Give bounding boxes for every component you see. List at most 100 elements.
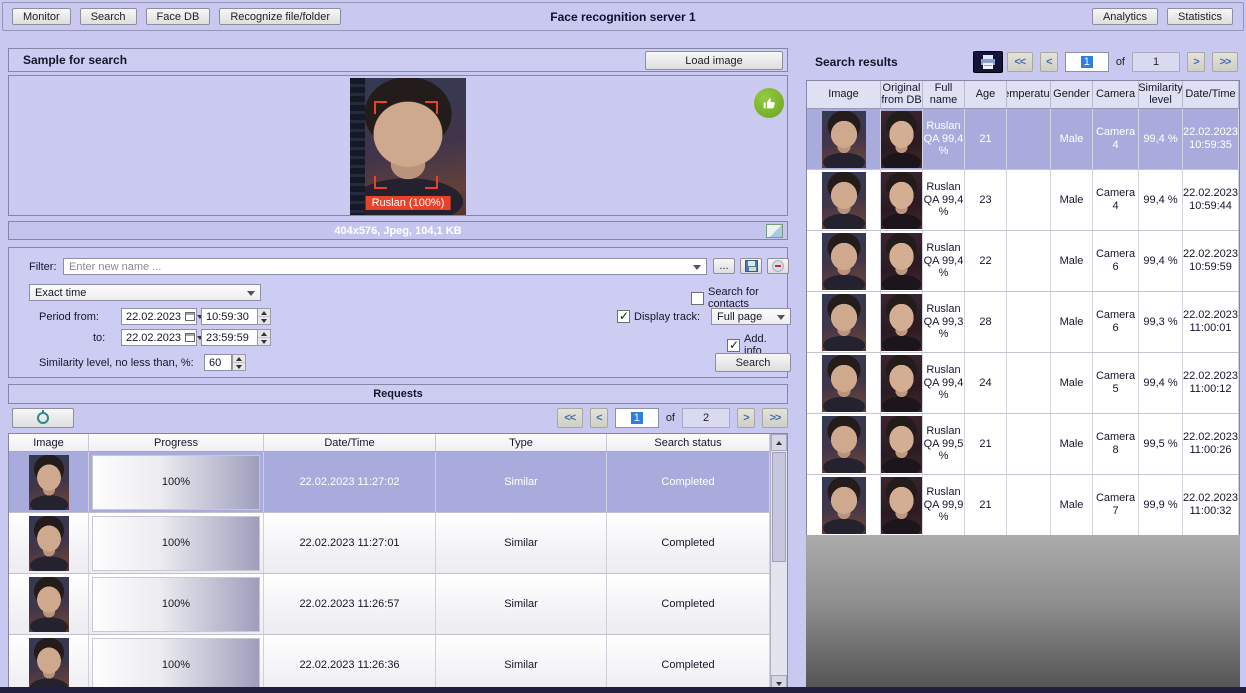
time-spinner-buttons[interactable] [257,329,271,346]
chevron-down-icon [693,265,701,270]
requests-toolbar: Refresh << < 1 of 2 > >> [8,407,788,431]
first-page-button[interactable]: << [1007,52,1033,72]
request-type: Similar [436,574,607,634]
stopwatch-icon[interactable] [12,408,74,428]
thumb-up-icon [754,88,784,118]
period-from-date-picker[interactable]: 22.02.2023 [121,308,197,325]
display-track-checkbox[interactable] [617,310,630,323]
column-header-camera[interactable]: Camera [1093,81,1139,109]
display-track-combobox[interactable]: Full page [711,308,791,325]
to-time-spinner[interactable]: 23:59:59 [201,329,271,346]
browse-button[interactable]: ... [713,258,735,274]
to-label: to: [93,332,105,344]
column-header-fullname[interactable]: Full name [923,81,965,109]
prev-page-button[interactable]: < [590,408,608,428]
last-page-button[interactable]: >> [762,408,788,428]
sample-photo: Ruslan (100%) [350,78,466,215]
page-number-input[interactable]: 1 [1065,52,1109,72]
column-header-gender[interactable]: Gender [1051,81,1093,109]
result-row[interactable]: Ruslan QA 99,3 %28 Male Camera 699,3 % 2… [807,292,1239,353]
to-date-picker[interactable]: 22.02.2023 [121,329,197,346]
statistics-button[interactable]: Statistics [1167,8,1233,25]
result-row[interactable]: Ruslan QA 99,4 %23 Male Camera 499,4 % 2… [807,170,1239,231]
total-pages: 2 [682,408,730,428]
result-row[interactable]: Ruslan QA 99,4 %24 Male Camera 599,4 % 2… [807,353,1239,414]
column-header-original[interactable]: Original from DB [881,81,923,109]
column-header-datetime[interactable]: Date/Time [264,434,436,452]
scroll-up-button[interactable] [771,434,787,451]
column-header-temperature[interactable]: Temperature [1007,81,1051,109]
first-page-button[interactable]: << [557,408,583,428]
request-type: Similar [436,513,607,573]
period-from-label: Period from: [39,311,99,323]
column-header-age[interactable]: Age [965,81,1007,109]
time-spinner-buttons[interactable] [257,308,271,325]
next-page-button[interactable]: > [737,408,755,428]
search-contacts-checkbox[interactable] [691,292,704,305]
column-header-progress[interactable]: Progress [89,434,264,452]
result-row[interactable]: Ruslan QA 99,4 %22 Male Camera 699,4 % 2… [807,231,1239,292]
request-status: Completed [607,513,770,573]
result-row[interactable]: Ruslan QA 99,5 %21 Male Camera 899,5 % 2… [807,414,1239,475]
request-row[interactable]: 100% 22.02.2023 11:27:01 Similar Complet… [9,513,770,574]
column-header-status[interactable]: Search status [607,434,770,452]
result-row[interactable]: Ruslan QA 99,9 %21 Male Camera 799,9 % 2… [807,475,1239,536]
column-header-type[interactable]: Type [436,434,607,452]
analytics-button[interactable]: Analytics [1092,8,1158,25]
last-page-button[interactable]: >> [1212,52,1238,72]
image-info-bar: 404x576, Jpeg, 104,1 KB [8,221,788,240]
next-page-button[interactable]: > [1187,52,1205,72]
request-datetime: 22.02.2023 11:26:57 [264,574,436,634]
filter-placeholder: Enter new name ... [69,261,161,273]
image-info-text: 404x576, Jpeg, 104,1 KB [334,225,461,237]
result-row[interactable]: Ruslan QA 99,4 %21 Male Camera 499,4 % 2… [807,109,1239,170]
save-icon[interactable] [740,258,762,274]
result-thumbnail [822,233,866,290]
column-header-image[interactable]: Image [9,434,89,452]
filter-label: Filter: [29,261,57,273]
request-datetime: 22.02.2023 11:27:02 [264,452,436,512]
load-image-button[interactable]: Load image [645,51,783,70]
similarity-level-spinner[interactable]: 60 [204,354,246,371]
to-time-value: 23:59:59 [206,332,249,344]
search-button[interactable]: Search [715,353,791,372]
search-for-contacts-option[interactable]: Search for contacts [691,286,787,310]
request-type: Similar [436,452,607,512]
export-image-icon[interactable] [766,224,783,238]
result-thumbnail [822,294,866,351]
column-header-datetime[interactable]: Date/Time [1183,81,1239,109]
request-thumbnail [29,455,69,510]
request-datetime: 22.02.2023 11:27:01 [264,513,436,573]
request-datetime: 22.02.2023 11:26:36 [264,635,436,693]
page-number-input[interactable]: 1 [615,408,659,428]
progress-bar: 100% [92,516,259,571]
printer-icon[interactable] [973,51,1003,73]
top-toolbar: Monitor Search Face DB Recognize file/fo… [2,2,1244,31]
requests-header: Requests [8,384,788,404]
add-info-checkbox[interactable] [727,339,740,352]
scrollbar-thumb[interactable] [772,452,786,562]
result-thumbnail [822,416,866,473]
remove-icon[interactable] [767,258,789,274]
face-recognition-app: Monitor Search Face DB Recognize file/fo… [0,0,1246,693]
search-results-header: Search results << < 1 of 1 > >> [806,48,1240,76]
sample-header-label: Sample for search [9,53,127,67]
detected-name-label: Ruslan (100%) [366,196,451,210]
vertical-scrollbar[interactable] [770,434,787,692]
display-track-label: Display track: [634,311,700,323]
similarity-spinner-buttons[interactable] [232,354,246,371]
request-row[interactable]: 100% 22.02.2023 11:26:36 Similar Complet… [9,635,770,693]
chevron-down-icon [777,315,785,320]
request-type: Similar [436,635,607,693]
request-row[interactable]: 100% 22.02.2023 11:27:02 Similar Complet… [9,452,770,513]
prev-page-button[interactable]: < [1040,52,1058,72]
request-row[interactable]: 100% 22.02.2023 11:26:57 Similar Complet… [9,574,770,635]
filter-name-combobox[interactable]: Enter new name ... [63,258,707,275]
requests-table-header: Image Progress Date/Time Type Search sta… [9,434,770,452]
column-header-image[interactable]: Image [807,81,881,109]
period-from-time-spinner[interactable]: 10:59:30 [201,308,271,325]
search-contacts-label: Search for contacts [708,286,787,310]
column-header-similarity[interactable]: Similarity level [1139,81,1183,109]
time-mode-combobox[interactable]: Exact time [29,284,261,301]
display-track-option[interactable]: Display track: [617,310,700,323]
